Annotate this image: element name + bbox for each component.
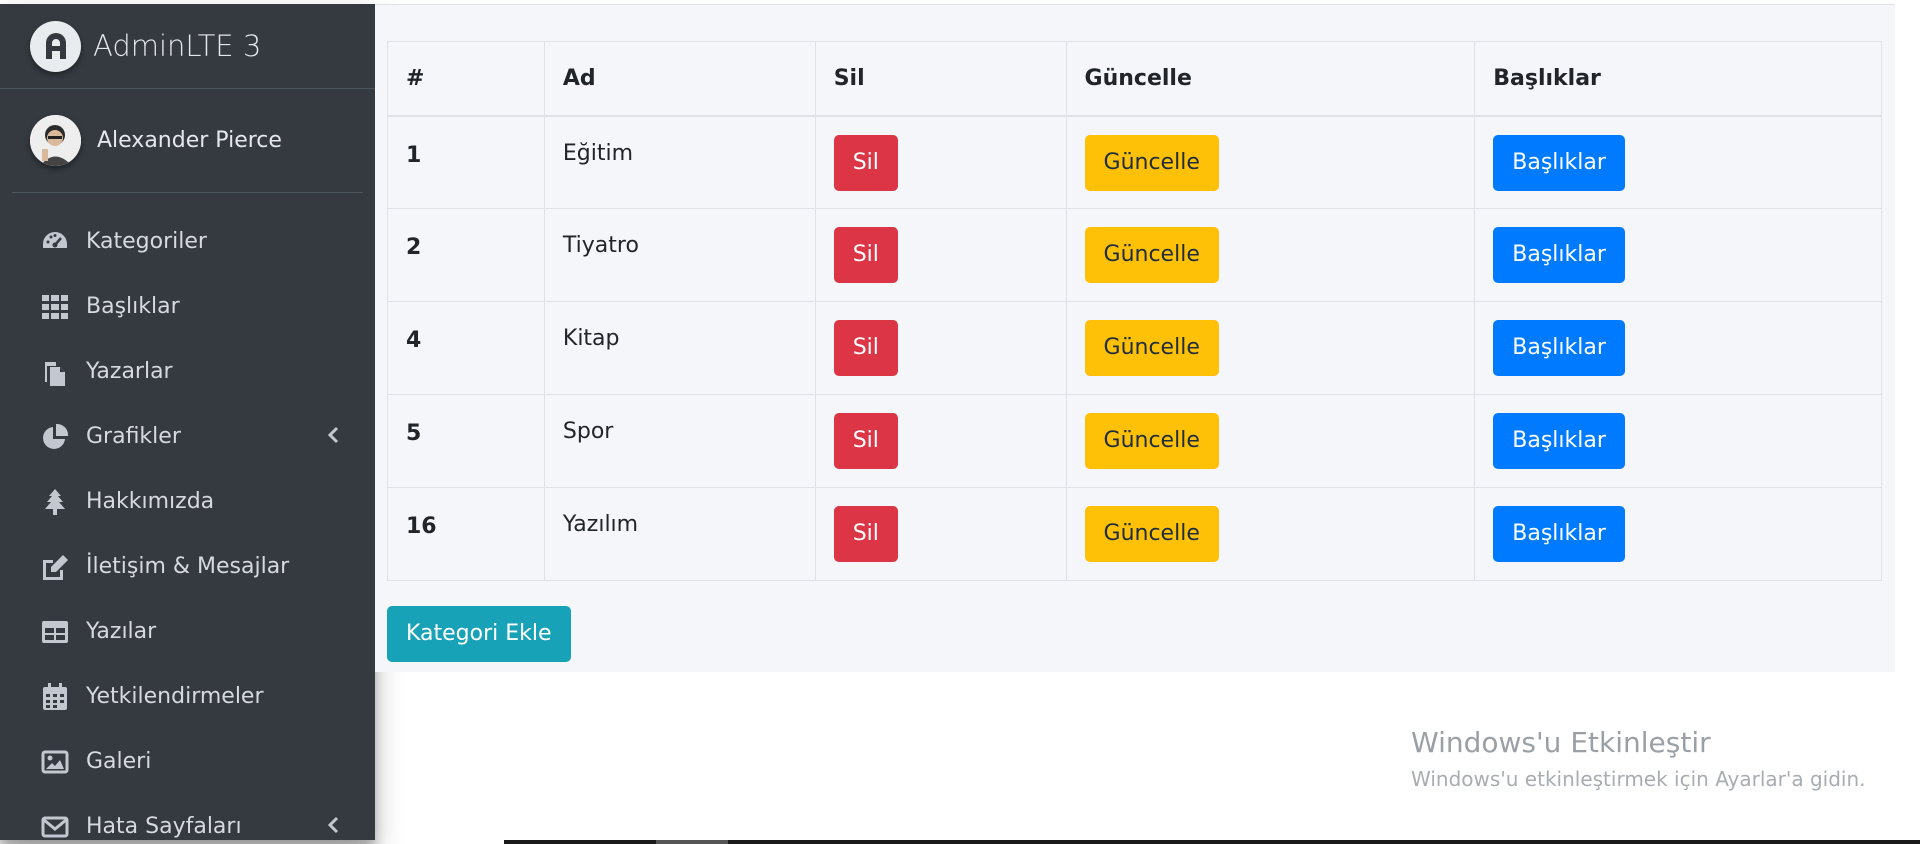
update-button[interactable]: Güncelle: [1084, 320, 1219, 376]
sidebar-item-label: Hakkımızda: [86, 489, 215, 514]
row-name: Spor: [543, 394, 816, 488]
row-name: Yazılım: [543, 487, 816, 581]
table-header-row: # Ad Sil Güncelle Başlıklar: [387, 41, 1882, 117]
delete-button[interactable]: Sil: [833, 413, 898, 469]
titles-button[interactable]: Başlıklar: [1493, 413, 1625, 469]
row-name: Eğitim: [543, 115, 816, 209]
row-id: 16: [387, 487, 545, 581]
titles-button[interactable]: Başlıklar: [1493, 227, 1625, 283]
update-button[interactable]: Güncelle: [1084, 506, 1219, 562]
content-area: # Ad Sil Güncelle Başlıklar 1 Eğitim Sil…: [375, 4, 1895, 672]
column-header-titles: Başlıklar: [1474, 41, 1882, 117]
tachometer-icon: [40, 227, 70, 257]
envelope-icon: [40, 812, 70, 841]
row-id: 4: [387, 301, 545, 395]
table-row: 16 Yazılım Sil Güncelle Başlıklar: [387, 487, 1882, 581]
delete-button[interactable]: Sil: [833, 134, 898, 191]
edit-icon: [40, 552, 70, 582]
sidebar-item-yazilar[interactable]: Yazılar: [0, 599, 375, 664]
titles-button[interactable]: Başlıklar: [1493, 506, 1625, 562]
category-table: # Ad Sil Güncelle Başlıklar 1 Eğitim Sil…: [387, 41, 1882, 581]
sidebar-item-basliklar[interactable]: Başlıklar: [0, 274, 375, 339]
sidebar-item-label: Kategoriler: [86, 229, 207, 254]
sidebar-item-label: Yazılar: [86, 619, 157, 644]
row-name: Tiyatro: [543, 208, 816, 302]
sidebar-item-label: Hata Sayfaları: [86, 814, 242, 839]
row-id: 5: [387, 394, 545, 488]
sidebar-item-label: Yetkilendirmeler: [86, 684, 264, 709]
sidebar-item-yetkilendirmeler[interactable]: Yetkilendirmeler: [0, 664, 375, 729]
brand-title: AdminLTE 3: [93, 29, 262, 63]
sidebar-item-hata-sayfalari[interactable]: Hata Sayfaları: [0, 794, 375, 840]
column-header-name: Ad: [543, 41, 816, 117]
sidebar-nav: Kategoriler Başlıklar Yazarlar Grafikler: [0, 193, 375, 840]
avatar: [30, 115, 81, 166]
column-header-update: Güncelle: [1065, 41, 1476, 117]
column-header-delete: Sil: [814, 41, 1067, 117]
table-row: 5 Spor Sil Güncelle Başlıklar: [387, 394, 1882, 488]
table-icon: [40, 617, 70, 647]
sidebar-item-label: Başlıklar: [86, 294, 180, 319]
sidebar-item-yazarlar[interactable]: Yazarlar: [0, 339, 375, 404]
sidebar-item-label: Yazarlar: [86, 359, 173, 384]
chevron-left-icon[interactable]: [327, 816, 339, 838]
update-button[interactable]: Güncelle: [1084, 413, 1219, 469]
table-row: 1 Eğitim Sil Güncelle Başlıklar: [387, 115, 1882, 209]
sidebar-item-iletisim[interactable]: İletişim & Mesajlar: [0, 534, 375, 599]
update-button[interactable]: Güncelle: [1084, 134, 1219, 191]
copy-icon: [40, 357, 70, 387]
delete-button[interactable]: Sil: [833, 506, 898, 562]
grid-icon: [40, 292, 70, 322]
titles-button[interactable]: Başlıklar: [1493, 320, 1625, 376]
sidebar-item-grafikler[interactable]: Grafikler: [0, 404, 375, 469]
calendar-icon: [40, 682, 70, 712]
pie-chart-icon: [40, 422, 70, 452]
brand-link[interactable]: AdminLTE 3: [0, 4, 375, 89]
windows-activation-title: Windows'u Etkinleştir: [1411, 726, 1711, 759]
taskbar-edge-highlight: [656, 840, 728, 844]
sidebar: AdminLTE 3 Alexander Pierce Kategoriler: [0, 4, 375, 840]
row-id: 2: [387, 208, 545, 302]
add-category-button[interactable]: Kategori Ekle: [387, 606, 571, 662]
tree-icon: [40, 487, 70, 517]
category-table-wrapper: # Ad Sil Güncelle Başlıklar 1 Eğitim Sil…: [387, 41, 1882, 581]
row-name: Kitap: [543, 301, 816, 395]
sidebar-item-hakkimizda[interactable]: Hakkımızda: [0, 469, 375, 534]
sidebar-item-label: Grafikler: [86, 424, 181, 449]
sidebar-item-kategoriler[interactable]: Kategoriler: [0, 209, 375, 274]
chevron-left-icon[interactable]: [327, 426, 339, 448]
sidebar-item-galeri[interactable]: Galeri: [0, 729, 375, 794]
titles-button[interactable]: Başlıklar: [1493, 134, 1625, 191]
delete-button[interactable]: Sil: [833, 320, 898, 376]
sidebar-item-label: İletişim & Mesajlar: [86, 554, 290, 579]
update-button[interactable]: Güncelle: [1084, 227, 1219, 283]
table-row: 4 Kitap Sil Güncelle Başlıklar: [387, 301, 1882, 395]
user-panel[interactable]: Alexander Pierce: [12, 89, 363, 193]
image-icon: [40, 747, 70, 777]
delete-button[interactable]: Sil: [833, 227, 898, 283]
column-header-id: #: [387, 41, 545, 117]
user-name: Alexander Pierce: [97, 128, 282, 153]
row-id: 1: [387, 115, 545, 209]
windows-activation-subtitle: Windows'u etkinleştirmek için Ayarlar'a …: [1411, 767, 1866, 791]
sidebar-item-label: Galeri: [86, 749, 152, 774]
table-row: 2 Tiyatro Sil Güncelle Başlıklar: [387, 208, 1882, 302]
brand-logo-icon: [30, 20, 81, 72]
